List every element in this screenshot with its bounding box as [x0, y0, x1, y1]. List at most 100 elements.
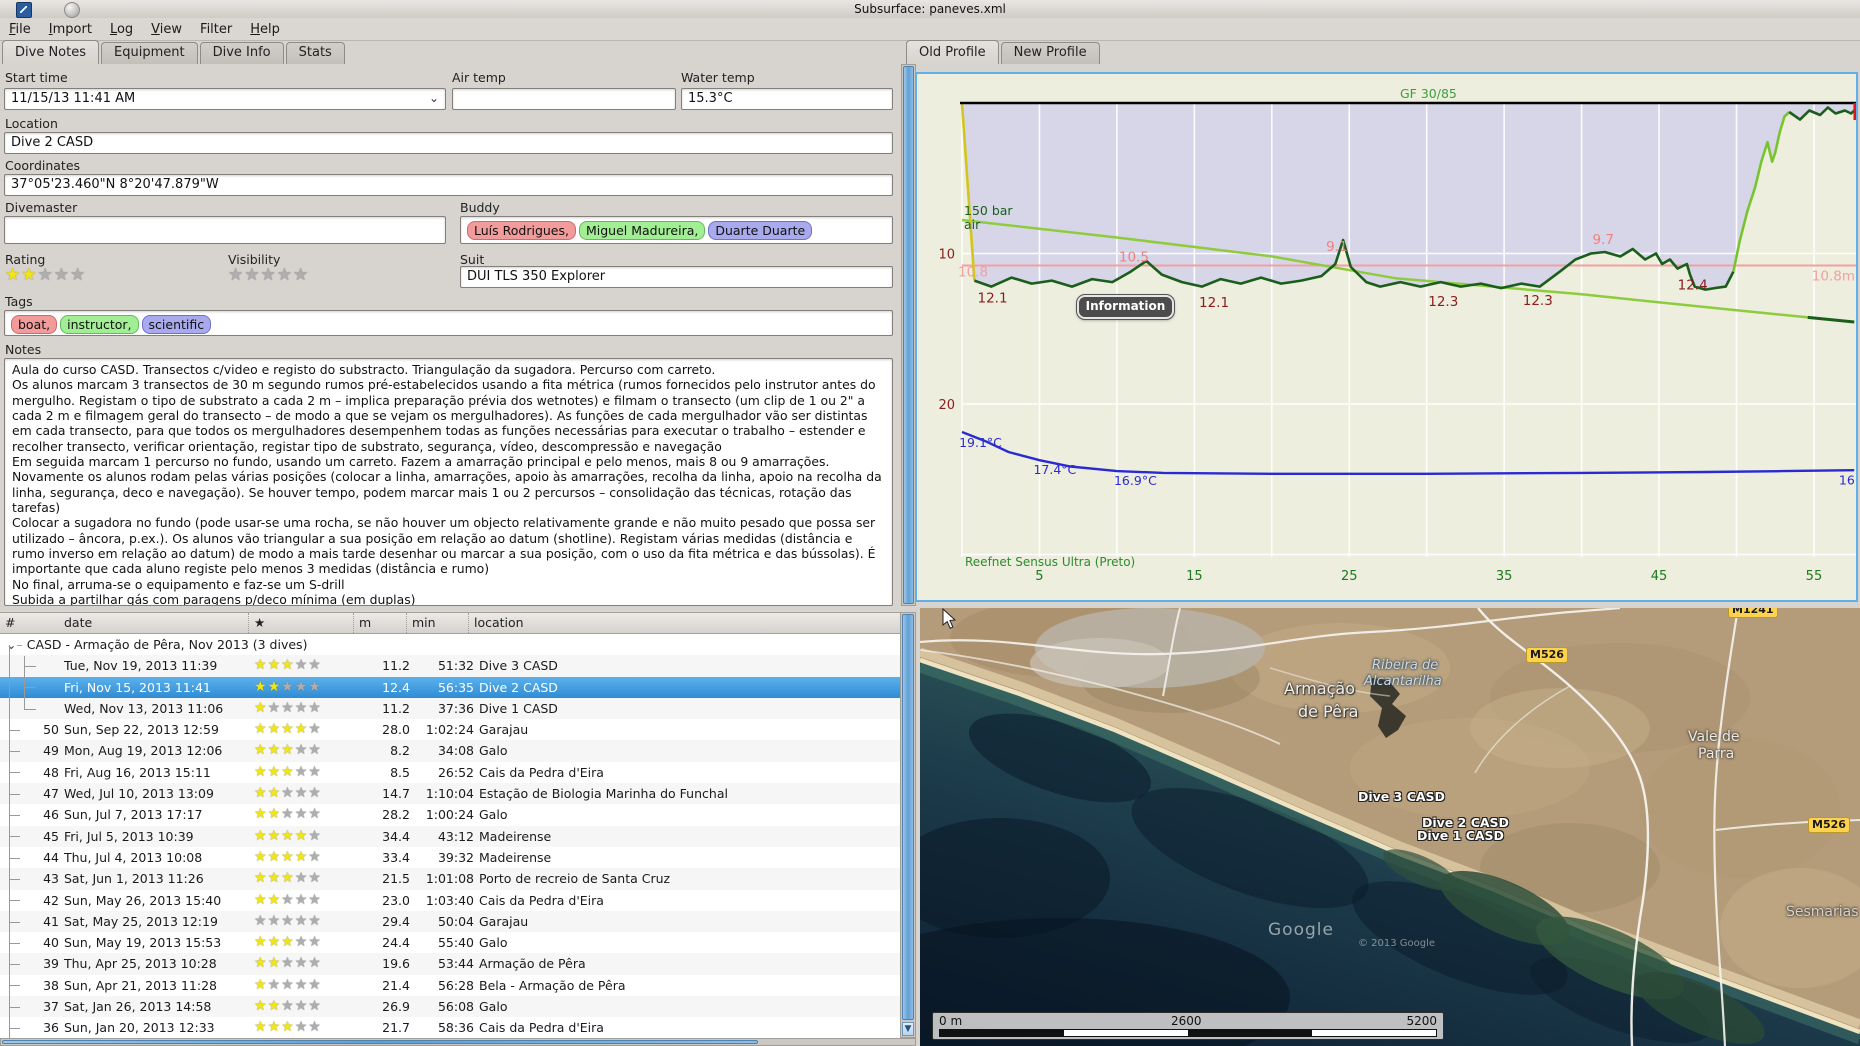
coordinates-input[interactable]: 37°05'23.460"N 8°20'47.879"W — [4, 174, 893, 196]
menu-view[interactable]: View — [142, 20, 191, 39]
divelist-vscrollbar-thumb[interactable] — [902, 614, 914, 1020]
scale-left: 0 m — [939, 1014, 963, 1028]
dive-row[interactable]: 36 Sun, Jan 20, 2013 12:33 ★★★★★ 21.7 58:36 C… — [0, 1017, 900, 1038]
dive-date[interactable]: Fri, Jul 5, 2013 10:39 — [59, 826, 254, 847]
dive-row[interactable]: 45 Fri, Jul 5, 2013 10:39 ★★★★★ 34.4 43:12 Ma… — [0, 825, 900, 847]
tab-dive-notes[interactable]: Dive Notes — [2, 40, 99, 64]
dive-row[interactable]: 48 Fri, Aug 16, 2013 15:11 ★★★★★ 8.5 26:52 Ca… — [0, 762, 900, 783]
dive-site-map[interactable]: Armação de Pêra Ribeira de Alcantarilha … — [920, 608, 1860, 1046]
dive-row[interactable]: 43 Sat, Jun 1, 2013 11:26 ★★★★★ 21.5 1:01:08… — [0, 868, 900, 890]
dive-date[interactable]: Mon, Aug 19, 2013 12:06 — [59, 740, 254, 761]
dive-row[interactable]: 42 Sun, May 26, 2013 15:40 ★★★★★ 23.0 1:03:4… — [0, 890, 900, 911]
svg-text:12.1: 12.1 — [977, 291, 1007, 307]
dive-row[interactable]: 49 Mon, Aug 19, 2013 12:06 ★★★★★ 8.2 34:08 Ga… — [0, 740, 900, 762]
tab-equipment[interactable]: Equipment — [101, 42, 198, 64]
menu-help[interactable]: Help — [241, 20, 289, 39]
dive-row[interactable]: 39 Thu, Apr 25, 2013 10:28 ★★★★★ 19.6 53:44 A… — [0, 953, 900, 975]
tab-stats[interactable]: Stats — [285, 42, 345, 64]
dive-location: Galo — [479, 935, 508, 951]
column-rating[interactable]: ★ — [249, 613, 354, 633]
buddy-pill[interactable]: Duarte Duarte — [708, 221, 813, 240]
dive-row[interactable]: 47 Wed, Jul 10, 2013 13:09 ★★★★★ 14.7 1:10:0… — [0, 783, 900, 805]
dive-row[interactable]: 38 Sun, Apr 21, 2013 11:28 ★★★★★ 21.4 56:28 B… — [0, 975, 900, 996]
dive-row[interactable]: 40 Sun, May 19, 2013 15:53 ★★★★★ 24.4 55:40 G… — [0, 932, 900, 953]
tree-branch — [0, 762, 24, 783]
scroll-down-button[interactable]: ▼ — [902, 1022, 914, 1036]
dive-date[interactable]: Sun, Sep 22, 2013 12:59 — [59, 719, 254, 740]
menu-import[interactable]: Import — [40, 20, 101, 39]
dive-list-header[interactable]: # date ★ m min location — [0, 613, 900, 634]
tags-input[interactable]: boat, instructor, scientific — [4, 310, 893, 336]
chevron-down-icon[interactable]: ⌄ — [429, 91, 439, 105]
dive-row[interactable]: 37 Sat, Jan 26, 2013 14:58 ★★★★★ 26.9 56:08 G… — [0, 996, 900, 1018]
dive-date[interactable]: Thu, Jul 4, 2013 10:08 — [59, 847, 254, 868]
dive-row[interactable]: 46 Sun, Jul 7, 2013 17:17 ★★★★★ 28.2 1:00:24… — [0, 804, 900, 825]
dive-date[interactable]: Tue, Nov 19, 2013 11:39 — [59, 655, 254, 676]
dive-date[interactable]: Thu, Apr 25, 2013 10:28 — [59, 953, 254, 974]
dive-row[interactable]: Wed, Nov 13, 2013 11:06 ★★★★★ 11.2 37:36 Div… — [0, 697, 900, 720]
dive-rating-stars: ★★★★★ — [254, 806, 322, 823]
column-duration[interactable]: min — [407, 613, 469, 633]
map-copyright: © 2013 Google — [1358, 938, 1436, 949]
dive-marker-1[interactable]: Dive 1 CASD — [1417, 828, 1504, 843]
tab-dive-info[interactable]: Dive Info — [199, 42, 284, 64]
collapse-arrow-icon[interactable]: ⌄ — [6, 634, 16, 655]
dive-date[interactable]: Sat, Jun 1, 2013 11:26 — [59, 868, 254, 889]
notes-textarea[interactable]: Aula do curso CASD. Transectos c/video e… — [4, 358, 893, 606]
dive-date[interactable]: Sun, Apr 21, 2013 11:28 — [59, 975, 254, 996]
buddy-input[interactable]: Luís Rodrigues, Miguel Madureira, Duarte D… — [460, 216, 893, 244]
dive-profile-chart[interactable]: 10 20 5 15 25 35 45 55 Reefnet Sensus Ultra (Pre… — [915, 72, 1860, 602]
buddy-pill[interactable]: Luís Rodrigues, — [467, 221, 576, 240]
dive-date[interactable]: Wed, Nov 13, 2013 11:06 — [59, 698, 254, 719]
location-input[interactable]: Dive 2 CASD — [4, 132, 893, 154]
tree-branch — [0, 698, 36, 719]
dive-date[interactable]: Sat, Jan 26, 2013 14:58 — [59, 996, 254, 1017]
menu-log[interactable]: Log — [101, 20, 142, 39]
dive-date[interactable]: Sat, May 25, 2013 12:19 — [59, 911, 254, 932]
tag-pill[interactable]: boat, — [11, 315, 58, 334]
dive-number: 47 — [43, 786, 59, 802]
column-depth[interactable]: m — [354, 613, 407, 633]
dive-date[interactable]: Fri, Aug 16, 2013 15:11 — [59, 762, 254, 783]
dive-row[interactable]: Tue, Nov 19, 2013 11:39 ★★★★★ 11.2 51:32 Div… — [0, 655, 900, 677]
column-date[interactable]: date — [59, 613, 249, 633]
divelist-vscrollbar[interactable]: ▼ — [900, 612, 916, 1038]
dive-date[interactable]: Wed, Jul 10, 2013 13:09 — [59, 783, 254, 804]
dive-rating-stars: ★★★★★ — [254, 699, 322, 716]
tab-old-profile[interactable]: Old Profile — [906, 40, 999, 64]
dive-date[interactable]: Sun, May 19, 2013 15:53 — [59, 932, 254, 953]
dive-row[interactable]: 44 Thu, Jul 4, 2013 10:08 ★★★★★ 33.4 39:32 Ma… — [0, 847, 900, 868]
rating-stars[interactable]: ★★★★★ — [5, 266, 86, 284]
divemaster-input[interactable] — [4, 216, 446, 244]
trip-header-row[interactable]: ⌄ – CASD - Armação de Pêra, Nov 2013 (3 … — [0, 634, 900, 656]
divelist-hscrollbar-thumb[interactable] — [2, 1040, 758, 1044]
dive-date[interactable]: Sun, May 26, 2013 15:40 — [59, 890, 254, 911]
menu-file[interactable]: File — [0, 20, 40, 39]
dive-row[interactable]: Fri, Nov 15, 2013 11:41 ★★★★★ 12.4 56:35 Div… — [0, 676, 900, 698]
column-number[interactable]: # — [0, 613, 59, 633]
dive-date[interactable]: Sun, Jan 20, 2013 12:33 — [59, 1017, 254, 1038]
svg-text:12.4: 12.4 — [1678, 278, 1708, 294]
suit-input[interactable]: DUI TLS 350 Explorer — [460, 266, 893, 288]
water-temp-input[interactable]: 15.3°C — [681, 88, 893, 110]
dive-date[interactable]: Fri, Nov 15, 2013 11:41 — [59, 677, 254, 698]
column-location[interactable]: location — [469, 613, 900, 633]
start-time-combobox[interactable]: 11/15/13 11:41 AM ⌄ — [4, 88, 446, 110]
title-bar[interactable]: Subsurface: paneves.xml — [0, 0, 1860, 18]
tab-new-profile[interactable]: New Profile — [1000, 42, 1100, 64]
dive-row[interactable]: 50 Sun, Sep 22, 2013 12:59 ★★★★★ 28.0 1:02:2… — [0, 719, 900, 740]
form-scrollbar-thumb[interactable] — [903, 66, 914, 604]
information-button[interactable]: Information — [1076, 294, 1175, 320]
tag-pill[interactable]: instructor, — [60, 315, 139, 334]
air-temp-input[interactable] — [452, 88, 676, 110]
divelist-hscrollbar[interactable] — [0, 1038, 916, 1046]
dive-row[interactable]: 41 Sat, May 25, 2013 12:19 ★★★★★ 29.4 50:04 G… — [0, 910, 900, 933]
dive-marker-3[interactable]: Dive 3 CASD — [1358, 789, 1445, 804]
visibility-stars[interactable]: ★★★★★ — [228, 266, 309, 284]
tag-pill[interactable]: scientific — [141, 315, 212, 334]
menu-filter[interactable]: Filter — [191, 20, 241, 39]
dive-date[interactable]: Sun, Jul 7, 2013 17:17 — [59, 804, 254, 825]
buddy-pill[interactable]: Miguel Madureira, — [578, 221, 706, 240]
form-scrollbar[interactable] — [901, 64, 916, 606]
dive-depth: 23.0 — [382, 892, 410, 908]
